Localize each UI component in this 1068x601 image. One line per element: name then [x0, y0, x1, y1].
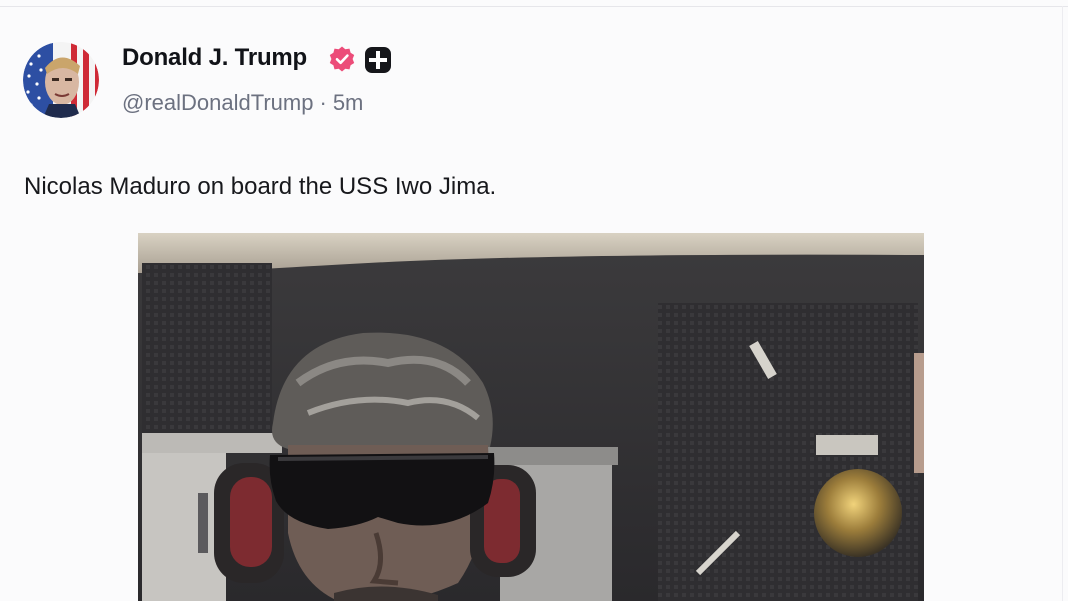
post-screen: Donald J. Trump @realDonaldTrump · 5m Nico… [0, 0, 1068, 601]
author-avatar[interactable] [23, 42, 99, 118]
right-divider [1062, 6, 1063, 601]
photo-image-icon [138, 233, 924, 601]
plus-badge-icon [365, 47, 391, 73]
meta-separator: · [319, 90, 327, 115]
post-body-text: Nicolas Maduro on board the USS Iwo Jima… [24, 173, 497, 200]
post-timestamp[interactable]: 5m [333, 90, 364, 115]
verified-badge-icon [328, 45, 356, 73]
author-meta: @realDonaldTrump · 5m [122, 90, 363, 116]
top-divider [0, 6, 1068, 7]
post-photo[interactable] [138, 233, 924, 601]
author-display-name[interactable]: Donald J. Trump [122, 44, 307, 72]
author-handle[interactable]: @realDonaldTrump [122, 90, 313, 115]
flag-portrait-avatar-icon [23, 42, 99, 118]
